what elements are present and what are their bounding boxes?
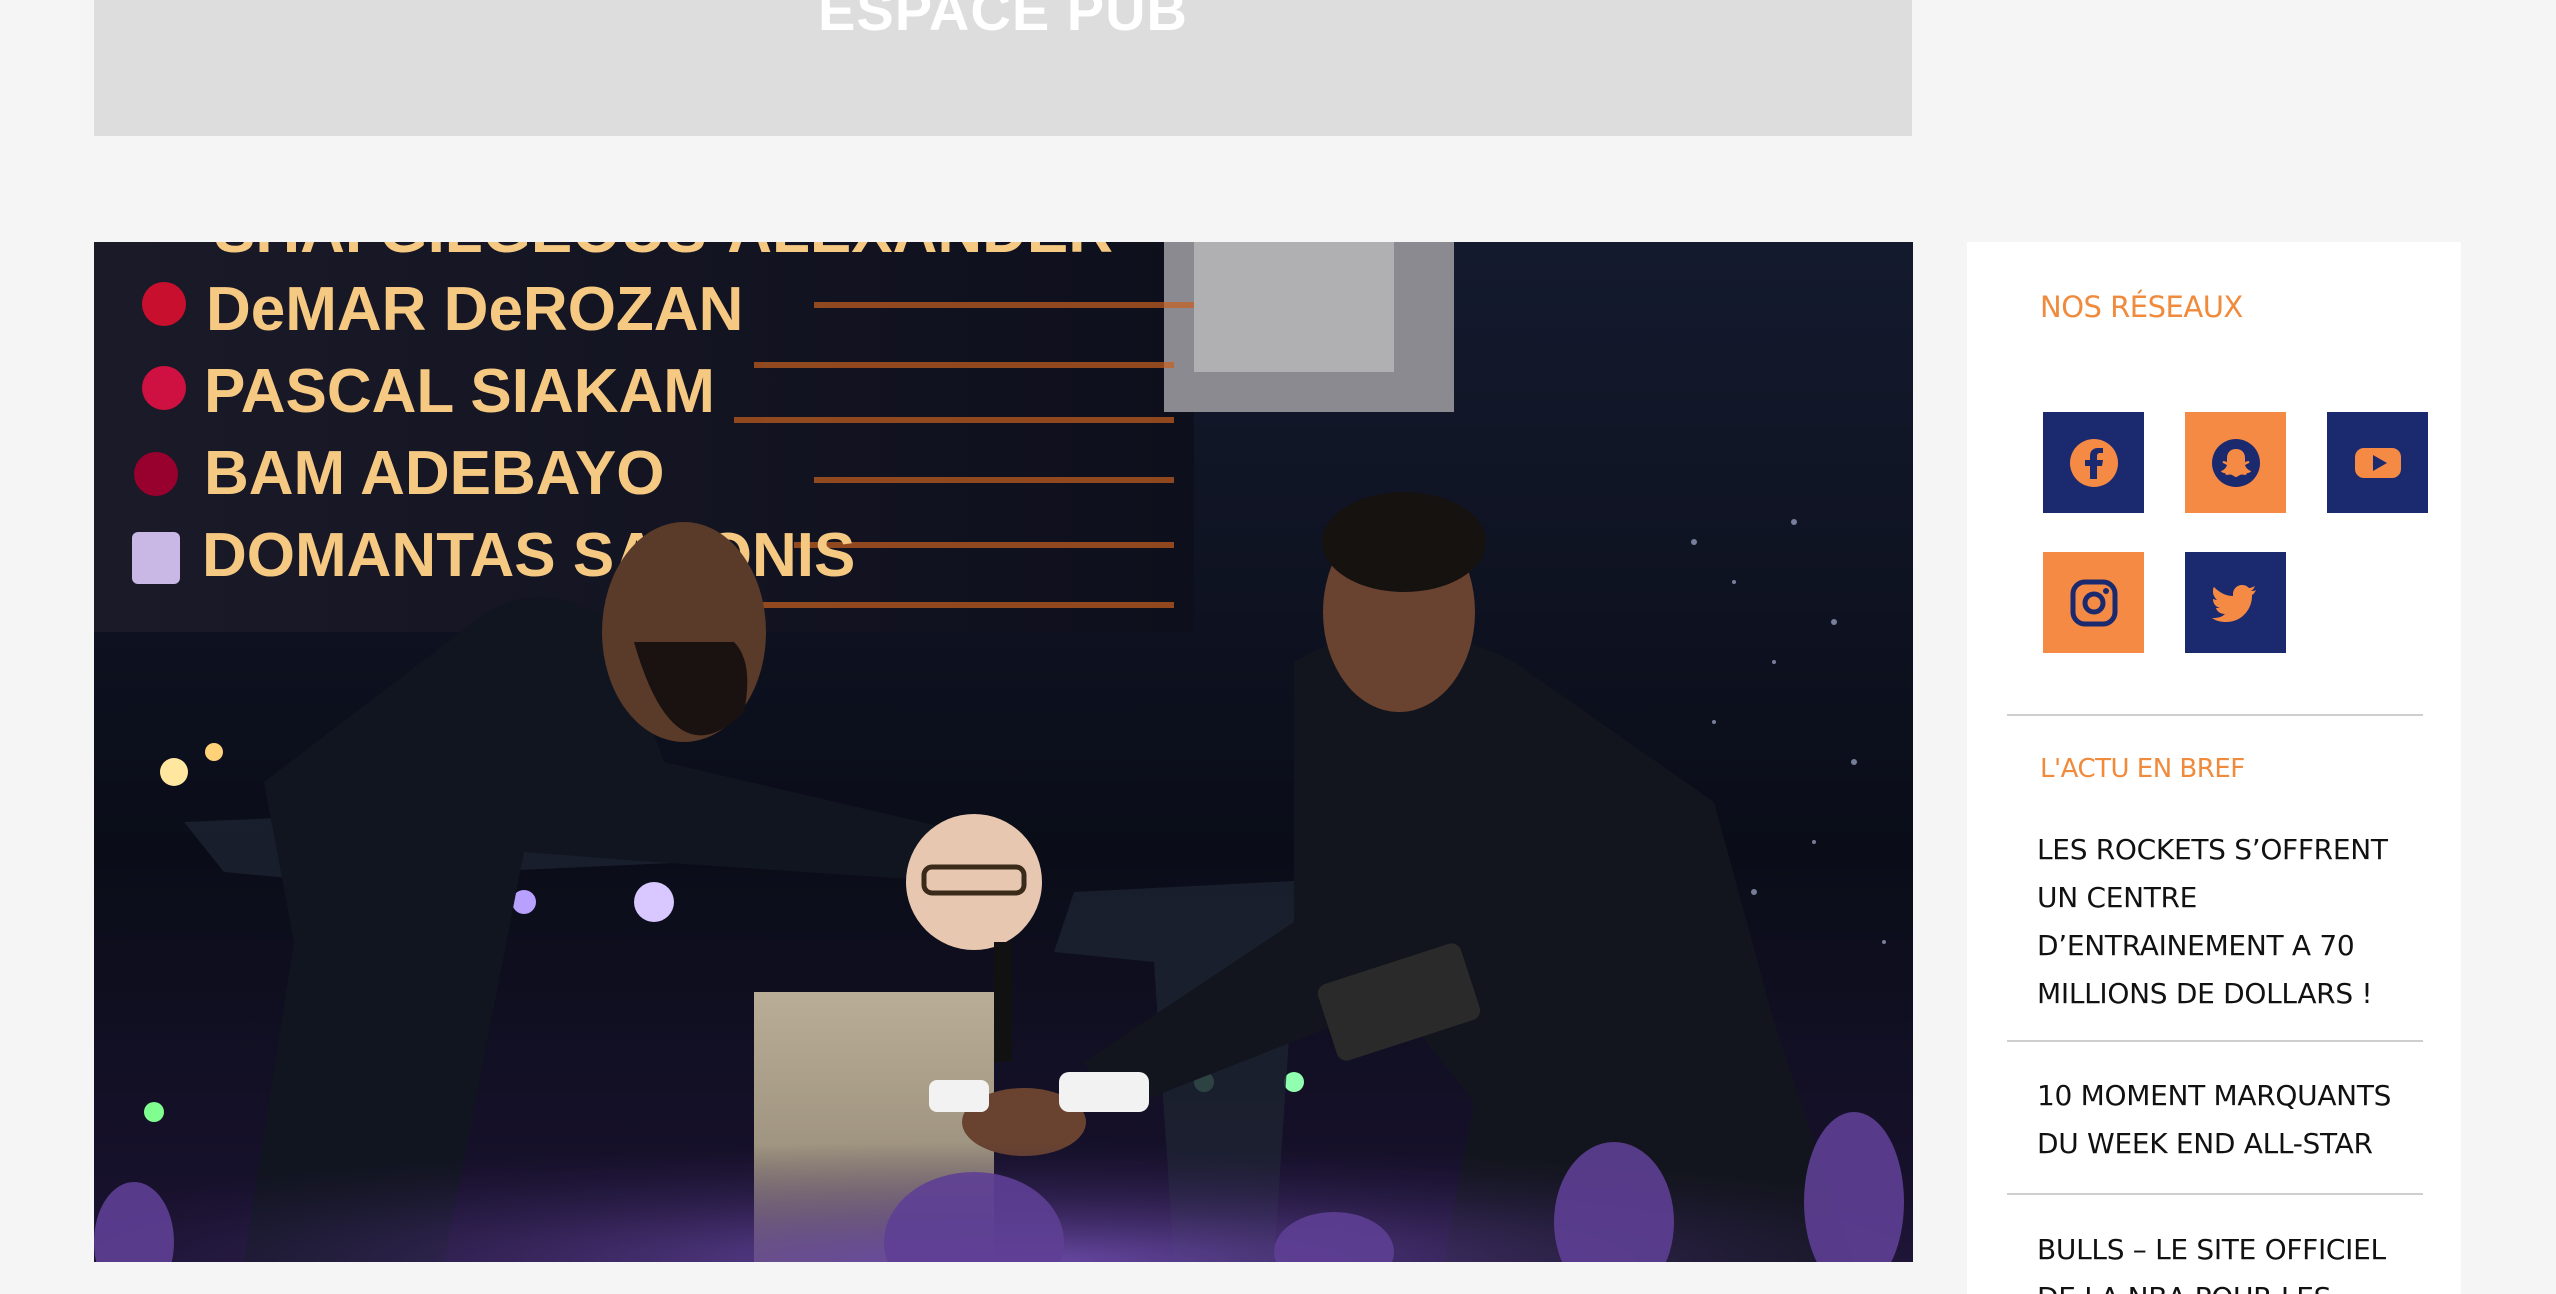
raptors-logo-icon — [142, 366, 186, 410]
reseaux-title: NOS RÉSEAUX — [2040, 290, 2243, 324]
hero-image[interactable]: SHAI GILGEOUS-ALEXANDER DeMAR DeROZAN PA… — [94, 242, 1913, 1262]
youtube-icon — [2354, 447, 2401, 478]
instagram-icon — [2070, 579, 2117, 626]
scoreboard-name-5: DOMANTAS SABONIS — [202, 521, 855, 590]
actu-title: L'ACTU EN BREF — [2040, 754, 2245, 784]
ad-label: ESPACE PUB — [818, 0, 1188, 42]
divider — [2007, 1040, 2423, 1042]
sidebar: NOS RÉSEAUX L'ACTU EN BREF LES ROCKETS S… — [1967, 242, 2461, 1294]
news-item-1[interactable]: LES ROCKETS S’OFFRENT UN CENTRE D’ENTRAI… — [2037, 826, 2417, 1018]
divider — [2007, 714, 2423, 716]
kings-logo-icon — [132, 532, 180, 584]
ad-banner: ESPACE PUB — [94, 0, 1912, 136]
snapchat-button[interactable] — [2185, 412, 2286, 513]
twitter-icon — [2211, 584, 2256, 622]
twitter-button[interactable] — [2185, 552, 2286, 653]
instagram-button[interactable] — [2043, 552, 2144, 653]
scoreboard-name-3: PASCAL SIAKAM — [204, 357, 715, 426]
scoreboard-name-1: SHAI GILGEOUS-ALEXANDER — [214, 242, 1113, 266]
news-item-3[interactable]: BULLS – LE SITE OFFICIEL DE LA NBA POUR … — [2037, 1226, 2417, 1294]
heat-logo-icon — [134, 452, 178, 496]
scoreboard-name-4: BAM ADEBAYO — [204, 439, 664, 508]
divider — [2007, 1193, 2423, 1195]
facebook-icon — [2069, 438, 2118, 487]
facebook-button[interactable] — [2043, 412, 2144, 513]
snapchat-icon — [2211, 438, 2260, 487]
bulls-logo-icon — [142, 282, 186, 326]
news-item-2[interactable]: 10 MOMENT MARQUANTS DU WEEK END ALL-STAR — [2037, 1072, 2417, 1168]
youtube-button[interactable] — [2327, 412, 2428, 513]
scoreboard-name-2: DeMAR DeROZAN — [206, 275, 743, 344]
hero-photo: SHAI GILGEOUS-ALEXANDER DeMAR DeROZAN PA… — [94, 242, 1913, 1262]
